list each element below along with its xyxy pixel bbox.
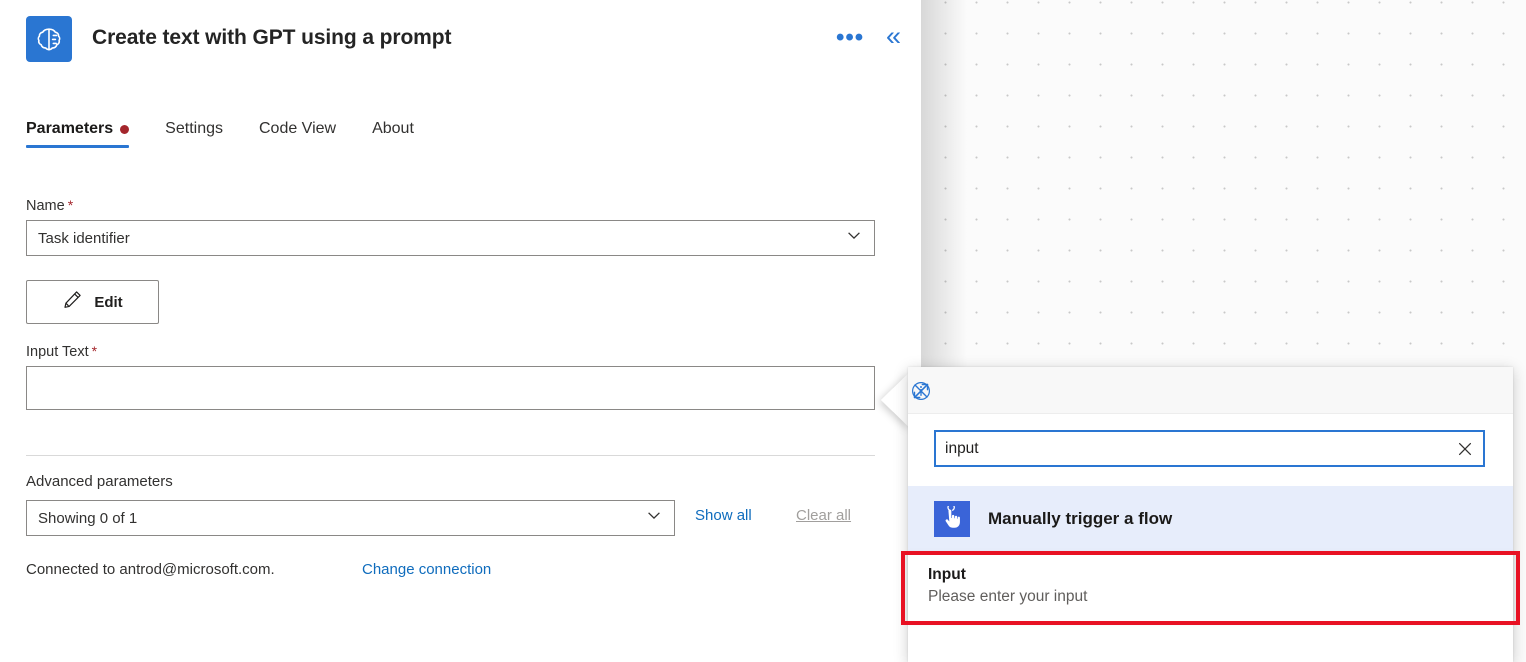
input-text-field[interactable] [26, 366, 875, 410]
advanced-parameters-value: Showing 0 of 1 [38, 509, 138, 527]
close-icon[interactable] [908, 378, 934, 404]
dynamic-content-flyout: Manually trigger a flow Input Please ent… [908, 367, 1513, 662]
tab-strip: Parameters Settings Code View About [26, 120, 450, 154]
name-input-value: Task identifier [38, 229, 130, 247]
advanced-parameters-select[interactable]: Showing 0 of 1 [26, 500, 675, 536]
hand-tap-icon [934, 500, 970, 537]
connection-status-text: Connected to antrod@microsoft.com. [26, 561, 275, 578]
change-connection-link[interactable]: Change connection [362, 561, 491, 578]
tab-code-view-label: Code View [258, 120, 337, 137]
advanced-parameters-label: Advanced parameters [26, 473, 173, 490]
search-results-list: Manually trigger a flow Input Please ent… [908, 486, 1513, 621]
flyout-header [908, 367, 1513, 414]
collapse-panel-button[interactable]: « [886, 23, 901, 50]
result-item-manually-trigger-a-flow[interactable]: Manually trigger a flow [908, 486, 1513, 551]
tab-about[interactable]: About [372, 120, 414, 148]
pane-header: Create text with GPT using a prompt ••• … [0, 0, 921, 80]
result-item-label: Manually trigger a flow [988, 508, 1173, 528]
name-field-label: Name * [26, 197, 73, 214]
result-item-subtitle: Please enter your input [928, 587, 1088, 605]
result-item-input[interactable]: Input Please enter your input [908, 551, 1513, 621]
clear-search-icon[interactable] [1447, 432, 1483, 465]
tab-parameters[interactable]: Parameters [26, 120, 130, 148]
name-label-text: Name [26, 198, 65, 214]
input-text-label-text: Input Text [26, 344, 89, 360]
clear-all-link[interactable]: Clear all [796, 507, 851, 524]
chevron-down-icon [646, 508, 662, 529]
input-text-required-marker: * [91, 343, 98, 359]
edit-button-label: Edit [94, 293, 123, 311]
search-input[interactable] [936, 432, 1447, 465]
pencil-icon [62, 289, 83, 315]
tab-code-view[interactable]: Code View [259, 120, 336, 148]
tab-parameters-error-dot [120, 124, 130, 134]
chevron-down-icon [846, 228, 862, 249]
tab-settings[interactable]: Settings [165, 120, 223, 148]
dynamic-content-search-box[interactable] [934, 430, 1485, 467]
input-text-field-label: Input Text * [26, 343, 97, 360]
page-title: Create text with GPT using a prompt [92, 26, 452, 49]
tab-settings-label: Settings [165, 120, 223, 137]
show-all-link[interactable]: Show all [695, 507, 752, 524]
edit-button[interactable]: Edit [26, 280, 159, 324]
name-input[interactable]: Task identifier [26, 220, 875, 256]
tab-about-label: About [372, 120, 414, 137]
section-divider [26, 455, 875, 456]
app-root: Create text with GPT using a prompt ••• … [0, 0, 1526, 662]
name-required-marker: * [67, 197, 74, 213]
more-options-button[interactable]: ••• [836, 26, 864, 50]
tab-parameters-label: Parameters [26, 120, 114, 137]
action-details-pane: Create text with GPT using a prompt ••• … [0, 0, 921, 662]
result-item-title: Input [928, 565, 966, 583]
ai-brain-icon [26, 16, 72, 62]
